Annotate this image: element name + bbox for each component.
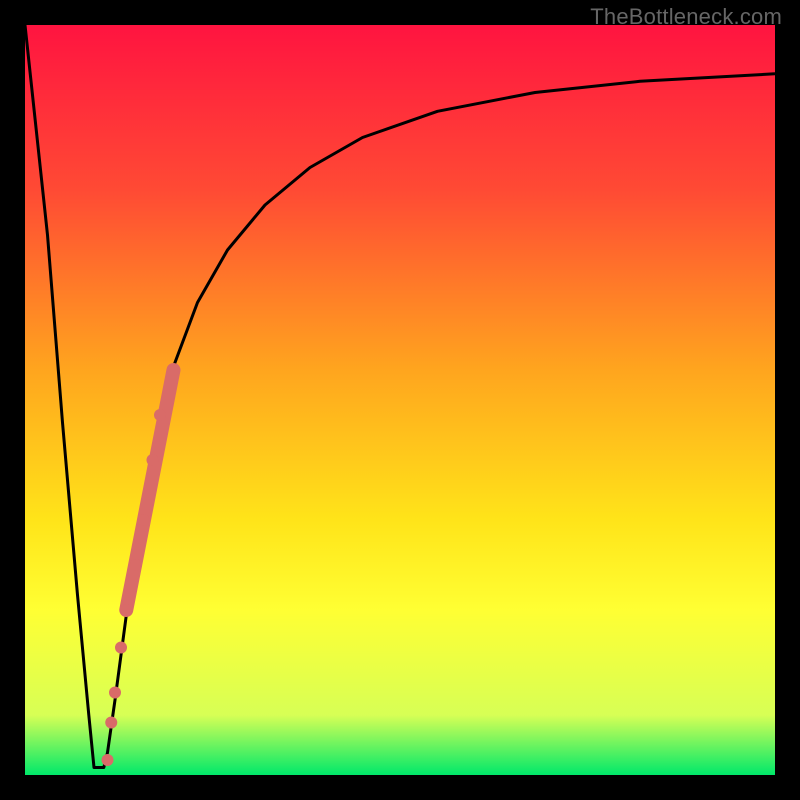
gradient-background — [25, 25, 775, 775]
chart-canvas — [25, 25, 775, 775]
marker-dot — [115, 642, 127, 654]
marker-dot — [138, 514, 150, 526]
marker-dot — [130, 559, 142, 571]
marker-dot — [154, 409, 166, 421]
marker-dot — [102, 754, 114, 766]
marker-dot — [147, 454, 159, 466]
plot-area — [25, 25, 775, 775]
marker-dot — [105, 717, 117, 729]
chart-frame: TheBottleneck.com — [0, 0, 800, 800]
marker-dot — [109, 687, 121, 699]
marker-dot — [120, 604, 132, 616]
